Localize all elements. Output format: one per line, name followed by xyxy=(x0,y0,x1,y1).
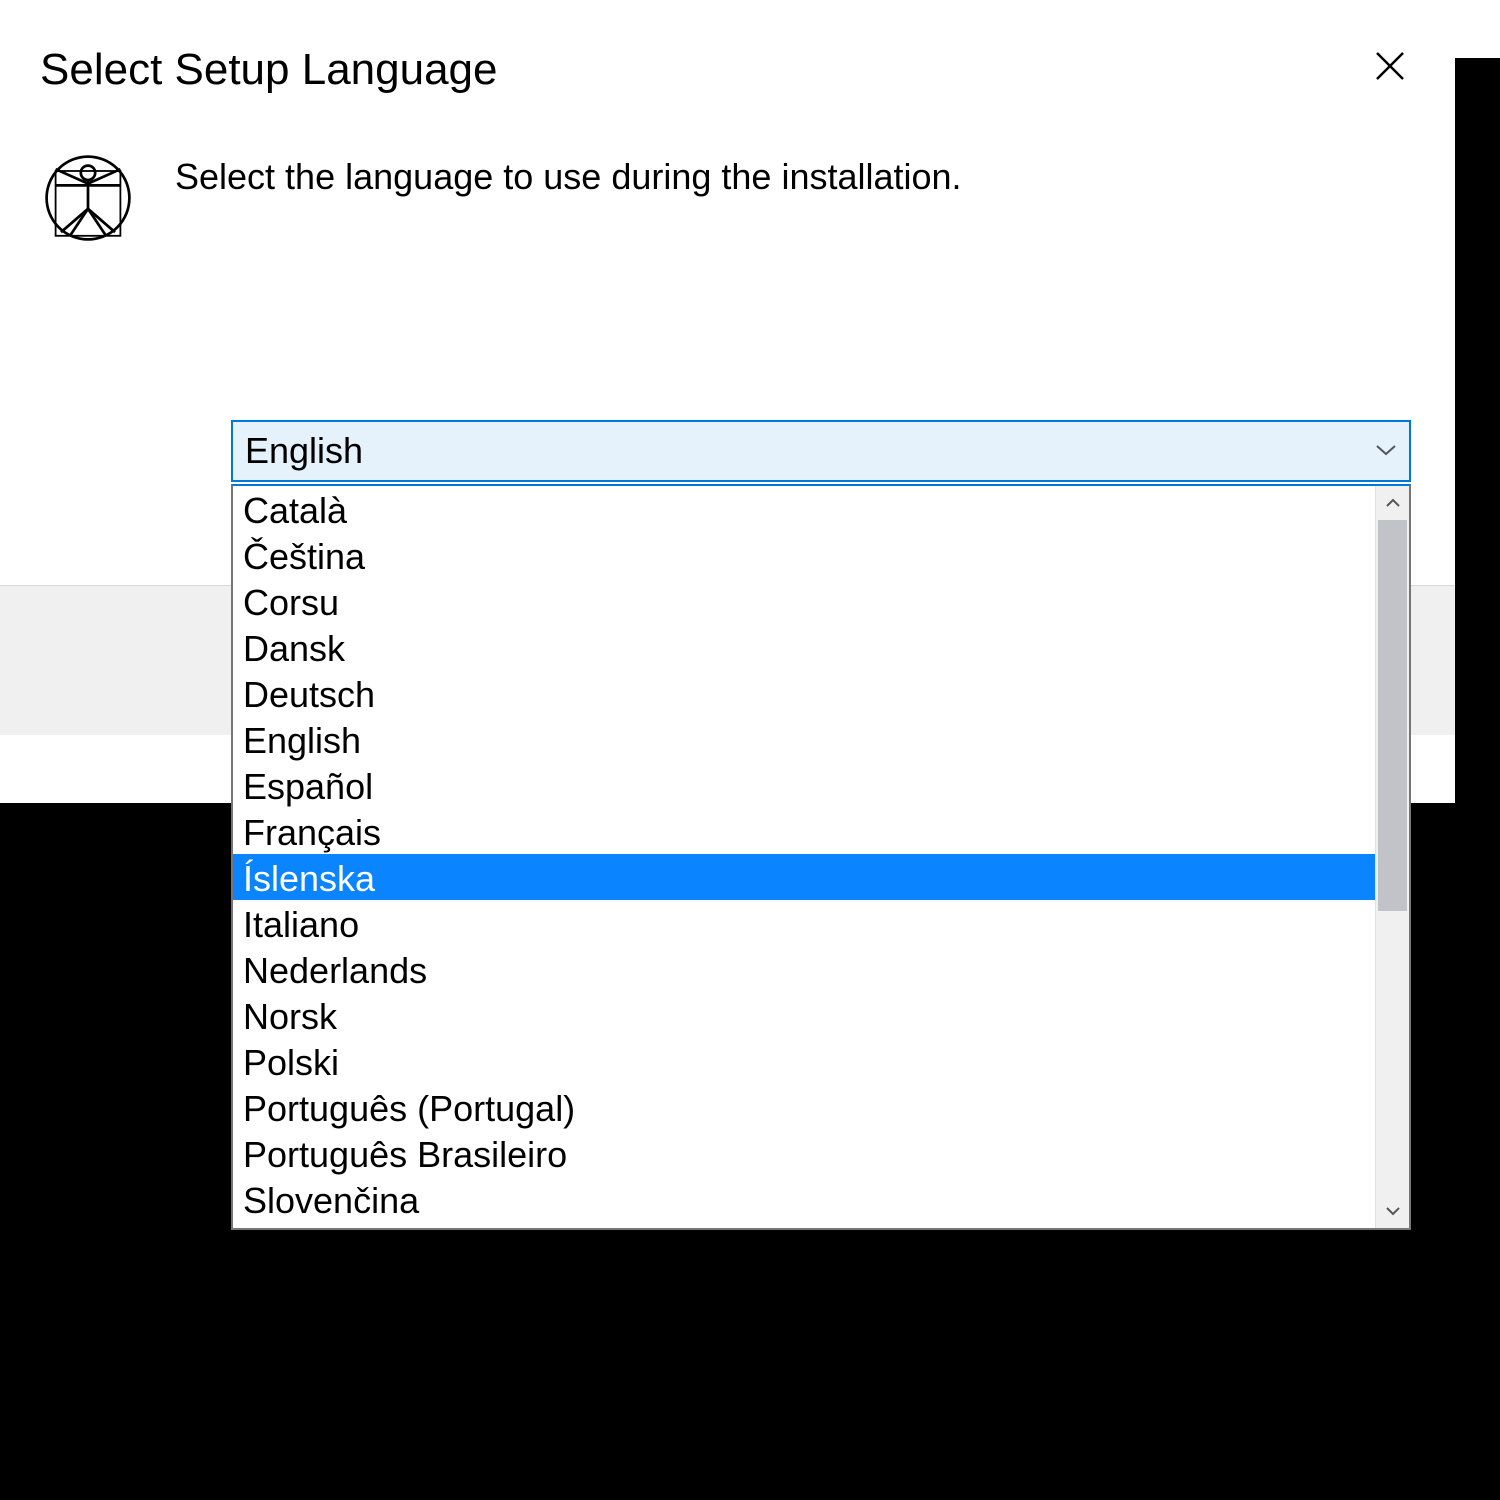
combobox-selected-text: English xyxy=(245,430,363,472)
language-combo-area: English xyxy=(231,420,1411,482)
language-option[interactable]: Íslenska xyxy=(233,854,1375,900)
language-option[interactable]: Español xyxy=(233,762,1375,808)
background-black-right xyxy=(1455,58,1500,803)
close-icon xyxy=(1373,48,1407,93)
language-option[interactable]: Nederlands xyxy=(233,946,1375,992)
close-button[interactable] xyxy=(1365,45,1415,95)
vitruvian-man-icon xyxy=(40,150,135,245)
instruction-text: Select the language to use during the in… xyxy=(175,150,962,198)
scroll-track[interactable] xyxy=(1376,520,1409,1194)
language-combobox[interactable]: English xyxy=(231,420,1411,482)
language-option[interactable]: Català xyxy=(233,486,1375,532)
language-option[interactable]: Slovenčina xyxy=(233,1176,1375,1222)
language-option[interactable]: Norsk xyxy=(233,992,1375,1038)
dialog-content: Select the language to use during the in… xyxy=(0,120,1455,245)
language-option[interactable]: Português Brasileiro xyxy=(233,1130,1375,1176)
language-option[interactable]: Dansk xyxy=(233,624,1375,670)
language-option[interactable]: English xyxy=(233,716,1375,762)
scrollbar xyxy=(1375,486,1409,1228)
language-option[interactable]: Português (Portugal) xyxy=(233,1084,1375,1130)
scroll-down-button[interactable] xyxy=(1376,1194,1409,1228)
dialog-title: Select Setup Language xyxy=(40,45,498,95)
language-option[interactable]: Čeština xyxy=(233,532,1375,578)
scroll-up-button[interactable] xyxy=(1376,486,1409,520)
language-option[interactable]: Polski xyxy=(233,1038,1375,1084)
chevron-down-icon xyxy=(1375,441,1397,462)
language-option[interactable]: Deutsch xyxy=(233,670,1375,716)
language-dropdown: CatalàČeštinaCorsuDanskDeutschEnglishEsp… xyxy=(231,484,1411,1230)
language-option-list: CatalàČeštinaCorsuDanskDeutschEnglishEsp… xyxy=(233,486,1375,1228)
language-option[interactable]: Italiano xyxy=(233,900,1375,946)
language-option[interactable]: Corsu xyxy=(233,578,1375,624)
language-dialog: Select Setup Language xyxy=(0,0,1455,245)
scroll-thumb[interactable] xyxy=(1378,520,1407,911)
language-option[interactable]: Français xyxy=(233,808,1375,854)
titlebar: Select Setup Language xyxy=(0,0,1455,120)
